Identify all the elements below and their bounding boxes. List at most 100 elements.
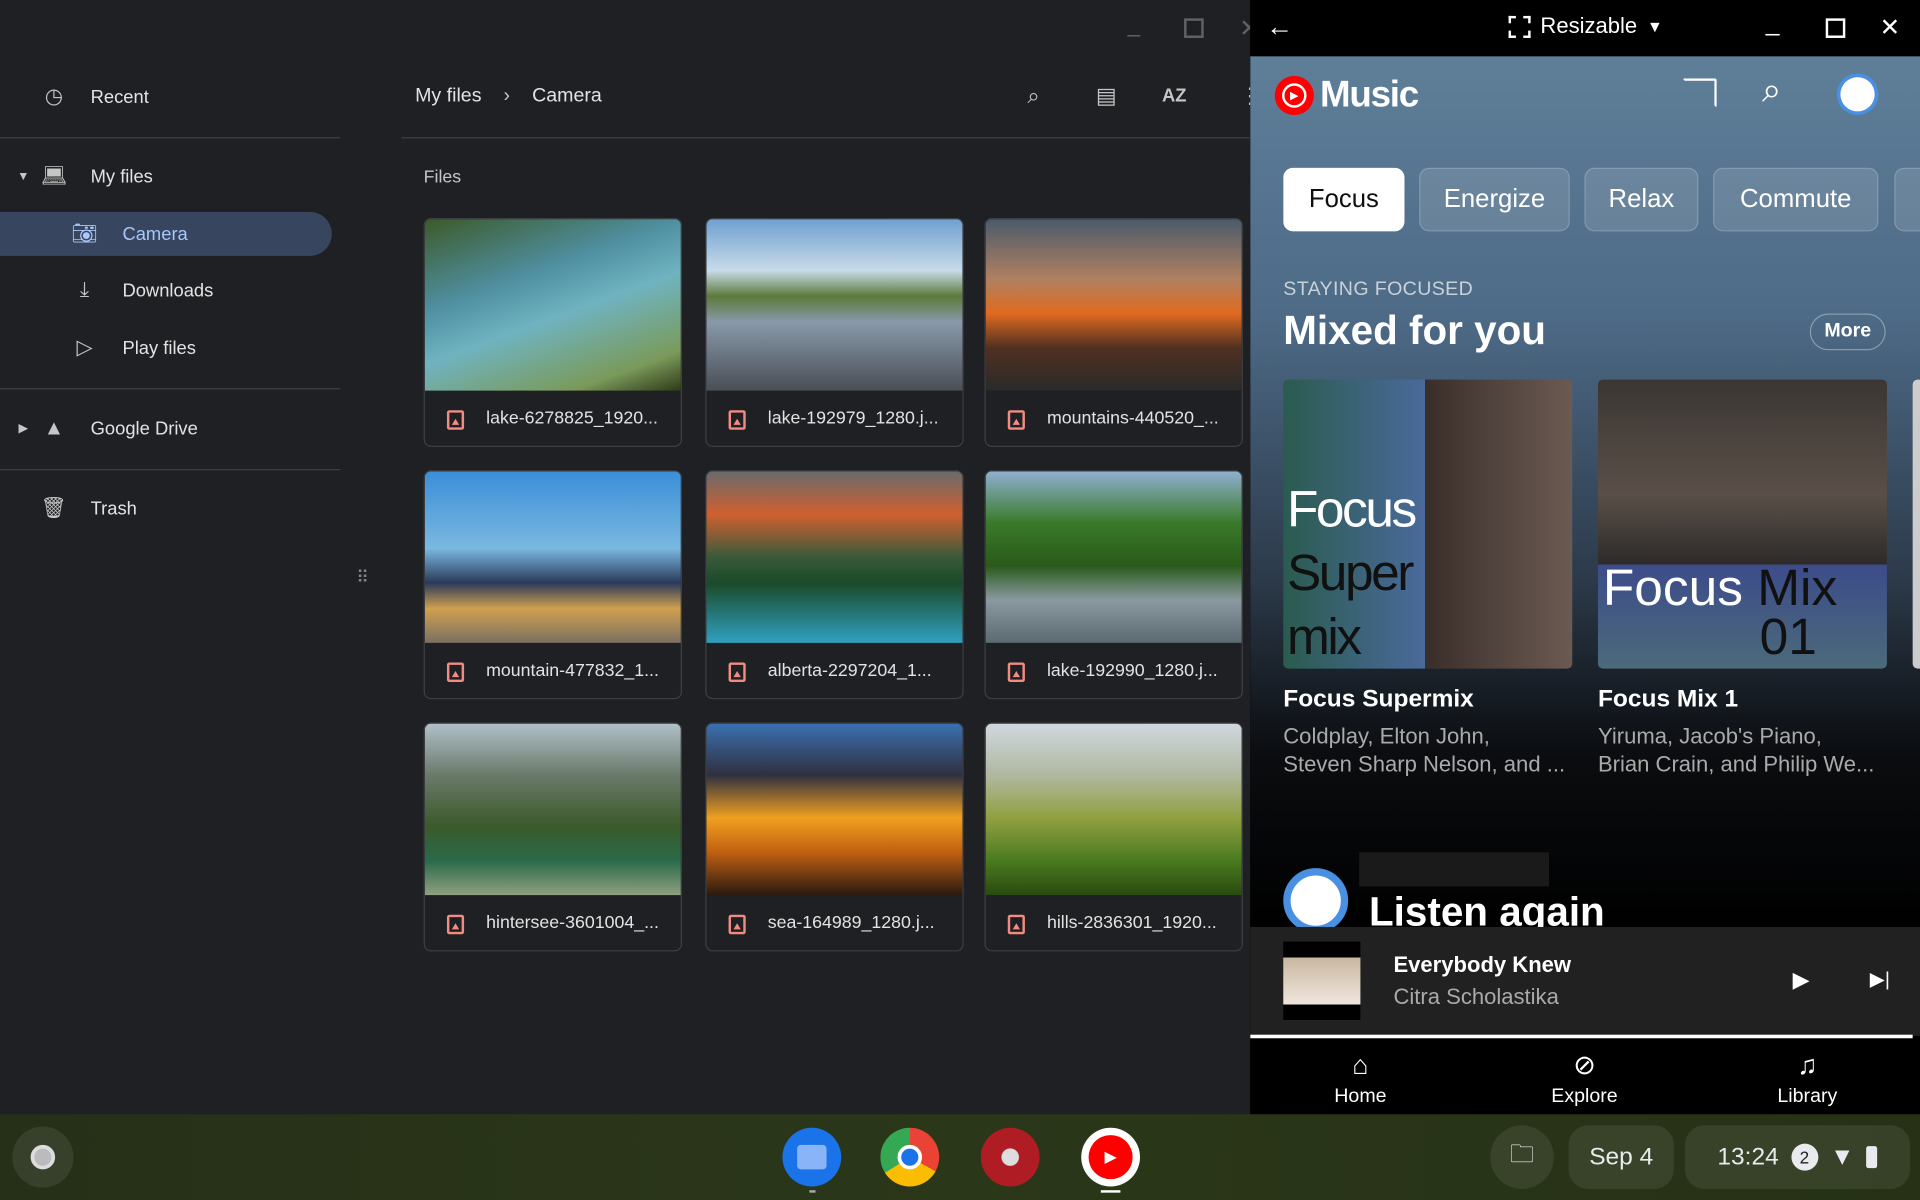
compass-icon: ⊘ [1573, 1049, 1596, 1081]
cast-icon[interactable] [1682, 78, 1717, 108]
file-card[interactable]: sea-164989_1280.j... [705, 722, 964, 952]
search-icon[interactable]: ⌕ [1027, 83, 1039, 109]
file-card[interactable]: lake-6278825_1920... [423, 217, 683, 447]
avatar[interactable] [1840, 77, 1875, 112]
breadcrumb-camera[interactable]: Camera [532, 86, 602, 108]
dropdown-arrow-icon: ▼ [1646, 17, 1663, 36]
minimize-icon[interactable]: _ [1766, 10, 1780, 38]
sidebar-item-camera[interactable]: 📷︎ Camera [0, 211, 332, 256]
date-tray[interactable]: Sep 4 [1568, 1125, 1674, 1189]
image-file-icon [728, 410, 746, 430]
sidebar-item-trash[interactable]: 🗑︎ Trash [0, 486, 332, 530]
youtube-music-icon: ▶ [1274, 75, 1314, 116]
maximize-icon[interactable] [1825, 18, 1846, 38]
file-thumbnail [424, 723, 681, 896]
mini-player[interactable]: Everybody Knew Citra Scholastika ▶ ▶| [1250, 926, 1920, 1036]
close-icon[interactable]: ✕ [1880, 12, 1901, 43]
list-view-icon[interactable]: ▤ [1096, 83, 1117, 109]
sort-icon[interactable]: AZ [1162, 86, 1186, 107]
file-card[interactable]: hills-2836301_1920... [984, 722, 1243, 952]
chip-commute[interactable]: Commute [1713, 167, 1879, 232]
resize-handle[interactable]: ⠿ [356, 568, 371, 585]
back-arrow-icon[interactable]: ← [1266, 11, 1293, 43]
play-icon[interactable]: ▶ [1793, 967, 1810, 993]
chevron-right-icon: › [503, 85, 511, 107]
playlist-card-partial[interactable] [1912, 379, 1920, 669]
minimize-icon[interactable]: _ [1128, 12, 1140, 38]
title-bar: ← Resizable ▼ _ ✕ [1250, 0, 1920, 57]
home-icon: ⌂ [1352, 1049, 1369, 1081]
image-file-icon [728, 914, 746, 935]
search-icon[interactable]: ⌕ [1762, 71, 1781, 111]
youtube-music-app-icon[interactable]: ▶ [1081, 1127, 1141, 1187]
file-card[interactable]: mountains-440520_... [984, 217, 1243, 447]
image-file-icon [728, 662, 746, 683]
nav-library[interactable]: ♫ Library [1746, 1049, 1868, 1108]
chip-relax[interactable]: Relax [1584, 167, 1699, 232]
game-app-icon[interactable] [980, 1127, 1040, 1187]
files-app-window: _ ✕ ◷Recent ▼💻︎My files 📷︎Camera ⤓Downlo… [0, 0, 1261, 1115]
file-thumbnail [985, 723, 1242, 896]
card-subtitle: Steven Sharp Nelson, and ... [1283, 751, 1566, 777]
battery-icon [1866, 1146, 1878, 1169]
file-name: lake-6278825_1920... [486, 408, 658, 429]
divider [0, 468, 341, 471]
resizable-icon [1508, 15, 1531, 38]
file-name: hintersee-3601004_... [486, 913, 659, 934]
playlist-card-focus-supermix[interactable]: Focus Super mix [1283, 379, 1573, 669]
launcher-button[interactable] [12, 1126, 74, 1188]
sidebar-item-my-files[interactable]: ▼ 💻︎ My files [0, 154, 332, 198]
divider [0, 137, 341, 139]
file-card[interactable]: mountain-477832_1... [423, 470, 683, 700]
image-file-icon [446, 662, 465, 683]
expand-arrow-icon[interactable]: ▶ [10, 415, 37, 442]
file-name: hills-2836301_1920... [1046, 913, 1217, 934]
card-title[interactable]: Focus Supermix [1283, 686, 1474, 714]
file-thumbnail [706, 219, 963, 391]
playlist-card-focus-mix-1[interactable]: Focus Mix 01 [1597, 379, 1887, 669]
chrome-icon[interactable] [880, 1127, 940, 1187]
album-art-text: Focus Super mix [1286, 480, 1417, 665]
running-indicator [809, 1190, 816, 1193]
maximize-icon[interactable] [1184, 18, 1204, 38]
file-card[interactable]: alberta-2297204_1... [705, 470, 964, 700]
sidebar-item-google-drive[interactable]: ▶ ▲ Google Drive [0, 407, 332, 451]
section-label: Files [423, 167, 462, 188]
file-thumbnail [985, 219, 1242, 391]
sidebar-item-recent[interactable]: ◷ Recent [0, 75, 332, 119]
music-logo: ▶ Music [1274, 75, 1419, 117]
card-title[interactable]: Focus Mix 1 [1598, 686, 1738, 714]
chip-focus[interactable]: Focus [1283, 167, 1405, 232]
nav-home[interactable]: ⌂ Home [1299, 1049, 1421, 1108]
camera-icon: 📷︎ [71, 221, 98, 245]
play-store-icon: ▷ [76, 335, 93, 359]
launcher-icon [30, 1144, 56, 1170]
expand-arrow-icon[interactable]: ▼ [10, 163, 37, 190]
chip-energize[interactable]: Energize [1419, 167, 1570, 232]
file-thumbnail [706, 723, 963, 896]
clock-icon: ◷ [44, 84, 63, 108]
track-title: Everybody Knew [1393, 952, 1572, 978]
image-file-icon [446, 410, 465, 430]
holding-space-button[interactable]: 🗀 [1490, 1125, 1554, 1189]
file-card[interactable]: hintersee-3601004_... [423, 722, 683, 952]
chip-more[interactable] [1894, 167, 1920, 232]
album-art-text: Focus Mix 01 [1602, 558, 1838, 665]
more-button[interactable]: More [1809, 313, 1886, 351]
file-name: alberta-2297204_1... [767, 661, 932, 681]
resize-mode-dropdown[interactable]: Resizable ▼ [1508, 13, 1663, 39]
files-app-icon[interactable] [782, 1127, 842, 1187]
sidebar-item-downloads[interactable]: ⤓ Downloads [0, 268, 332, 312]
file-card[interactable]: lake-192990_1280.j... [984, 470, 1243, 700]
active-indicator [1100, 1190, 1121, 1193]
skip-next-icon[interactable]: ▶| [1870, 967, 1890, 991]
sidebar-item-play-files[interactable]: ▷ Play files [0, 326, 332, 370]
breadcrumb-my-files[interactable]: My files [415, 86, 481, 108]
file-name: lake-192990_1280.j... [1046, 661, 1218, 681]
image-file-icon [1007, 662, 1025, 683]
nav-explore[interactable]: ⊘ Explore [1523, 1049, 1645, 1108]
file-card[interactable]: lake-192979_1280.j... [705, 217, 964, 447]
tote-icon: 🗀 [1509, 1141, 1535, 1169]
status-tray[interactable]: 13:24 2 ▼ [1684, 1125, 1911, 1189]
divider [401, 137, 1251, 139]
